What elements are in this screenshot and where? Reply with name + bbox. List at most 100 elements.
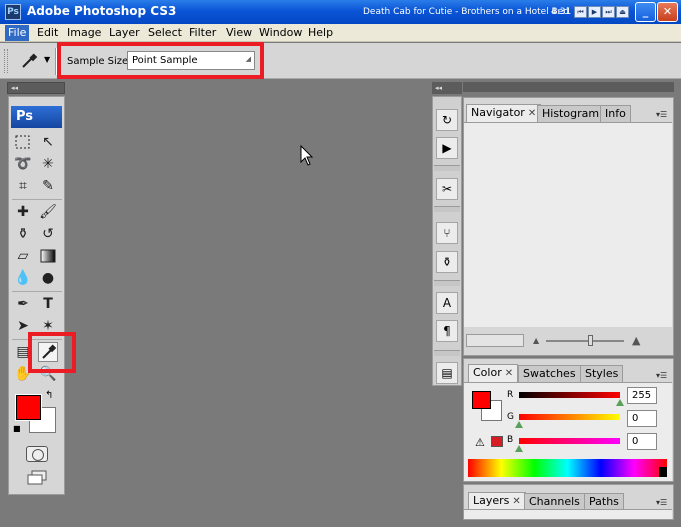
highlight-box-eyedropper — [28, 332, 76, 373]
dock-separator — [434, 350, 460, 356]
panel-menu-icon[interactable]: ▾☰ — [656, 498, 667, 507]
blue-slider-thumb[interactable] — [515, 445, 523, 452]
gradient-icon[interactable] — [38, 246, 58, 266]
dock-separator — [434, 280, 460, 286]
eject-icon[interactable]: ⏏ — [616, 6, 629, 18]
chevron-down-icon[interactable]: ▼ — [44, 55, 50, 64]
tab-label: Color — [473, 366, 502, 379]
eraser-icon[interactable]: ▱ — [13, 246, 33, 266]
menu-help[interactable]: Help — [305, 25, 336, 41]
tab-swatches[interactable]: Swatches — [518, 365, 581, 382]
zoom-out-icon[interactable]: ▲ — [533, 336, 539, 345]
swap-colors-icon[interactable]: ↰ — [45, 390, 53, 401]
tab-label: Styles — [585, 367, 619, 380]
type-icon[interactable]: T — [38, 294, 58, 314]
tab-color[interactable]: Color ✕ — [468, 364, 519, 382]
lasso-icon[interactable]: ➰ — [13, 154, 33, 174]
menu-layer[interactable]: Layer — [106, 25, 143, 41]
paragraph-icon[interactable]: ¶ — [436, 320, 458, 342]
menu-file[interactable]: File — [5, 25, 30, 41]
green-slider[interactable] — [519, 414, 620, 420]
tools-panel-header[interactable]: ◂◂ — [7, 82, 65, 94]
tab-navigator[interactable]: Navigator ✕ — [466, 104, 542, 122]
blur-icon[interactable]: 💧 — [13, 268, 33, 288]
panel-group-handle[interactable] — [463, 82, 674, 92]
gamut-color-swatch[interactable] — [491, 436, 503, 447]
pen-icon[interactable]: ✒ — [13, 294, 33, 314]
tab-histogram[interactable]: Histogram — [537, 105, 605, 122]
blue-value-field[interactable]: 0 — [627, 433, 657, 450]
character-icon[interactable]: A — [436, 292, 458, 314]
foreground-color-swatch[interactable] — [15, 394, 42, 421]
red-value-field[interactable]: 255 — [627, 387, 657, 404]
channel-label-g: G — [507, 412, 514, 422]
tab-info[interactable]: Info — [600, 105, 631, 122]
menu-select[interactable]: Select — [145, 25, 185, 41]
zoom-slider-thumb[interactable] — [588, 335, 593, 346]
blue-slider[interactable] — [519, 438, 620, 444]
spectrum-black-swatch[interactable] — [659, 467, 667, 477]
minimize-button[interactable]: _ — [635, 2, 656, 22]
screen-mode-icon[interactable] — [26, 470, 48, 486]
gamut-warning-icon[interactable]: ⚠ — [475, 436, 485, 449]
tab-styles[interactable]: Styles — [580, 365, 624, 382]
close-tab-icon[interactable]: ✕ — [512, 496, 520, 507]
layer-comps-icon[interactable]: ⑂ — [436, 222, 458, 244]
play-icon[interactable]: ▶ — [588, 6, 601, 18]
tool-separator — [12, 291, 62, 292]
options-bar-grip[interactable] — [4, 49, 8, 73]
highlight-box-sample-size — [57, 42, 264, 79]
dock-collapse-handle[interactable]: ◂◂ — [432, 82, 462, 94]
tab-layers[interactable]: Layers ✕ — [468, 492, 526, 510]
green-slider-thumb[interactable] — [515, 421, 523, 428]
menu-view[interactable]: View — [223, 25, 255, 41]
zoom-in-icon[interactable]: ▲ — [632, 334, 640, 347]
red-slider-thumb[interactable] — [616, 399, 624, 406]
photoshop-logo[interactable]: Ps — [11, 106, 62, 128]
close-tab-icon[interactable]: ✕ — [528, 108, 536, 119]
menu-window[interactable]: Window — [256, 25, 305, 41]
red-slider[interactable] — [519, 392, 620, 398]
zoom-slider[interactable] — [546, 340, 624, 342]
tab-channels[interactable]: Channels — [524, 493, 585, 510]
tab-paths[interactable]: Paths — [584, 493, 624, 510]
quick-mask-icon[interactable] — [26, 446, 48, 462]
history-icon[interactable]: ↻ — [436, 109, 458, 131]
brush-icon[interactable]: 🖌 — [38, 202, 58, 222]
tool-separator — [12, 199, 62, 200]
clock-text: 4:31 — [551, 7, 572, 17]
healing-brush-icon[interactable]: ✚ — [13, 202, 33, 222]
menu-image[interactable]: Image — [64, 25, 104, 41]
color-spectrum-ramp[interactable] — [468, 459, 667, 477]
default-colors-icon[interactable]: ■ — [13, 424, 21, 433]
history-brush-icon[interactable]: ↺ — [38, 224, 58, 244]
fast-forward-icon[interactable]: ⏭ — [602, 6, 615, 18]
photoshop-app-icon[interactable]: Ps — [5, 4, 21, 20]
zoom-field[interactable] — [466, 334, 524, 347]
tab-label: Layers — [473, 494, 510, 507]
panel-menu-icon[interactable]: ▾☰ — [656, 110, 667, 119]
green-value-field[interactable]: 0 — [627, 410, 657, 427]
clone-stamp-icon[interactable]: ⚱ — [13, 224, 33, 244]
menu-edit[interactable]: Edit — [34, 25, 61, 41]
close-tab-icon[interactable]: ✕ — [505, 368, 513, 379]
dodge-icon[interactable]: ● — [38, 268, 58, 288]
info-doc-icon[interactable]: ▤ — [436, 362, 458, 384]
tool-preset-picker[interactable] — [18, 52, 40, 70]
actions-icon[interactable]: ▶ — [436, 137, 458, 159]
close-button[interactable]: ✕ — [657, 2, 678, 22]
marquee-icon[interactable] — [13, 132, 33, 152]
panel-menu-icon[interactable]: ▾☰ — [656, 371, 667, 380]
crop-icon[interactable]: ⌗ — [13, 176, 33, 196]
slice-icon[interactable]: ✎ — [38, 176, 58, 196]
close-icon: ✕ — [662, 5, 673, 18]
tool-presets-icon[interactable]: ✂ — [436, 178, 458, 200]
color-foreground-swatch[interactable] — [472, 391, 491, 409]
rewind-icon[interactable]: ⏮ — [574, 6, 587, 18]
menu-filter[interactable]: Filter — [186, 25, 219, 41]
clone-source-icon[interactable]: ⚱ — [436, 251, 458, 273]
tab-label: Info — [605, 107, 626, 120]
move-icon[interactable]: ↖ — [38, 132, 58, 152]
dock-separator — [434, 206, 460, 212]
magic-wand-icon[interactable]: ✳ — [38, 154, 58, 174]
